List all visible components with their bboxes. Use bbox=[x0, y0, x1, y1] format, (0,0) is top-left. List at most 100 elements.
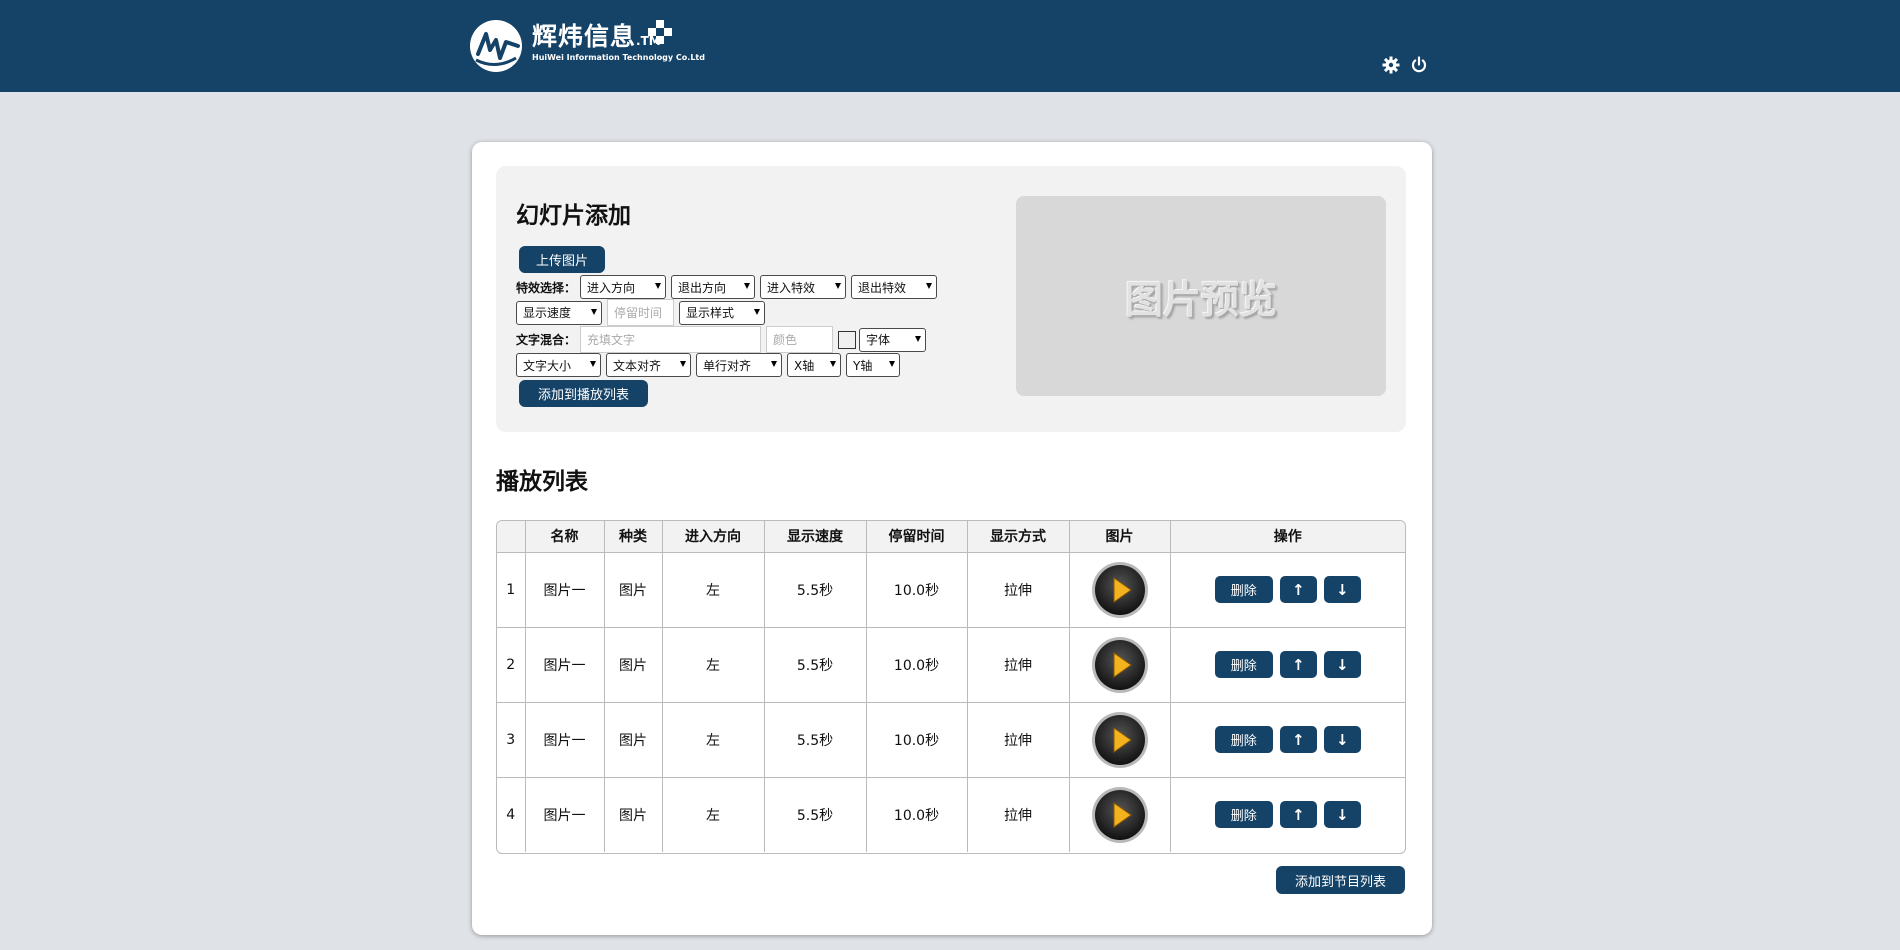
exit-direction-select[interactable]: 退出方向 bbox=[671, 275, 756, 299]
row-mode: 拉伸 bbox=[967, 777, 1070, 852]
fill-text-input[interactable]: 充填文字 bbox=[580, 326, 762, 353]
main-card: 幻灯片添加 上传图片 特效选择： 进入方向 退出方向 进入特效 退出特效 显示速… bbox=[472, 142, 1432, 935]
row-actions: 删除 ↑ ↓ bbox=[1170, 552, 1405, 628]
gear-icon[interactable] bbox=[1382, 56, 1400, 74]
company-logo: 辉炜信息.TM HuiWei Information Technology Co… bbox=[470, 18, 705, 74]
row-direction: 左 bbox=[662, 702, 765, 778]
slide-add-panel: 幻灯片添加 上传图片 特效选择： 进入方向 退出方向 进入特效 退出特效 显示速… bbox=[496, 166, 1406, 432]
enter-effect-select[interactable]: 进入特效 bbox=[760, 275, 847, 299]
playlist-title: 播放列表 bbox=[496, 469, 588, 495]
text-size-select[interactable]: 文字大小 bbox=[516, 353, 601, 377]
table-row: 1 图片一 图片左 5.5秒 10.0秒 拉伸 删除 ↑ ↓ bbox=[497, 552, 1405, 628]
row-actions: 删除 ↑ ↓ bbox=[1170, 777, 1405, 852]
table-row: 3 图片一 图片左 5.5秒 10.0秒 拉伸 删除 ↑ ↓ bbox=[497, 702, 1405, 778]
table-row: 4 图片一 图片左 5.5秒 10.0秒 拉伸 删除 ↑ ↓ bbox=[497, 777, 1405, 852]
col-header-stay: 停留时间 bbox=[866, 521, 968, 553]
col-header-image: 图片 bbox=[1069, 521, 1171, 553]
logo-english: HuiWei Information Technology Co.Ltd bbox=[532, 53, 705, 62]
x-axis-select[interactable]: X轴 bbox=[787, 353, 841, 377]
logo-checker-icon bbox=[648, 20, 672, 44]
power-icon[interactable] bbox=[1410, 56, 1428, 74]
table-header-row: 名称 种类 进入方向 显示速度 停留时间 显示方式 图片 操作 bbox=[497, 521, 1405, 553]
row-speed: 5.5秒 bbox=[764, 627, 867, 703]
row-direction: 左 bbox=[662, 552, 765, 628]
color-input[interactable]: 颜色 bbox=[766, 326, 834, 353]
row-name: 图片一 bbox=[525, 702, 605, 778]
row-speed: 5.5秒 bbox=[764, 777, 867, 852]
font-select[interactable]: 字体 bbox=[859, 327, 927, 352]
row-direction: 左 bbox=[662, 777, 765, 852]
col-header-direction: 进入方向 bbox=[662, 521, 765, 553]
row-image-cell bbox=[1069, 552, 1171, 628]
table-row: 2 图片一 图片左 5.5秒 10.0秒 拉伸 删除 ↑ ↓ bbox=[497, 627, 1405, 703]
row-stay: 10.0秒 bbox=[866, 627, 968, 703]
add-to-playlist-button[interactable]: 添加到播放列表 bbox=[519, 380, 648, 407]
move-down-button[interactable]: ↓ bbox=[1323, 651, 1361, 678]
row-image-cell bbox=[1069, 777, 1171, 852]
exit-effect-select[interactable]: 退出特效 bbox=[851, 275, 938, 299]
col-header-speed: 显示速度 bbox=[764, 521, 867, 553]
image-preview: 图片预览 bbox=[1016, 196, 1386, 396]
row-actions: 删除 ↑ ↓ bbox=[1170, 627, 1405, 703]
col-header-kind: 种类 bbox=[604, 521, 663, 553]
play-icon[interactable] bbox=[1070, 636, 1170, 694]
row-mode: 拉伸 bbox=[967, 552, 1070, 628]
row-kind: 图片 bbox=[604, 552, 663, 628]
row-image-cell bbox=[1069, 702, 1171, 778]
row-name: 图片一 bbox=[525, 627, 605, 703]
text-align-select[interactable]: 文本对齐 bbox=[606, 353, 691, 377]
move-up-button[interactable]: ↑ bbox=[1279, 801, 1317, 829]
row-stay: 10.0秒 bbox=[866, 702, 968, 778]
text-mix-label: 文字混合： bbox=[516, 333, 577, 347]
row-kind: 图片 bbox=[604, 777, 663, 852]
row-mode: 拉伸 bbox=[967, 627, 1070, 703]
display-style-select[interactable]: 显示样式 bbox=[679, 300, 765, 325]
display-speed-select[interactable]: 显示速度 bbox=[516, 300, 602, 325]
row-mode: 拉伸 bbox=[967, 702, 1070, 778]
delete-button[interactable]: 删除 bbox=[1214, 651, 1273, 678]
delete-button[interactable]: 删除 bbox=[1214, 726, 1273, 753]
row-kind: 图片 bbox=[604, 627, 663, 703]
row-direction: 左 bbox=[662, 627, 765, 703]
row-stay: 10.0秒 bbox=[866, 777, 968, 852]
row-speed: 5.5秒 bbox=[764, 552, 867, 628]
add-to-program-button[interactable]: 添加到节目列表 bbox=[1276, 866, 1405, 894]
move-down-button[interactable]: ↓ bbox=[1323, 726, 1361, 753]
top-bar: 辉炜信息.TM HuiWei Information Technology Co… bbox=[0, 0, 1900, 92]
playlist-table: 名称 种类 进入方向 显示速度 停留时间 显示方式 图片 操作 1 图片一 图片左 5… bbox=[496, 520, 1406, 854]
y-axis-select[interactable]: Y轴 bbox=[846, 353, 900, 377]
play-icon[interactable] bbox=[1070, 561, 1170, 619]
row-name: 图片一 bbox=[525, 552, 605, 628]
logo-chinese: 辉炜信息 bbox=[532, 22, 637, 51]
row-index: 4 bbox=[497, 777, 526, 852]
row-stay: 10.0秒 bbox=[866, 552, 968, 628]
row-name: 图片一 bbox=[525, 777, 605, 852]
row-speed: 5.5秒 bbox=[764, 702, 867, 778]
col-header-name: 名称 bbox=[525, 521, 605, 553]
enter-direction-select[interactable]: 进入方向 bbox=[580, 275, 667, 299]
delete-button[interactable]: 删除 bbox=[1214, 801, 1273, 829]
row-index: 2 bbox=[497, 627, 526, 703]
move-up-button[interactable]: ↑ bbox=[1279, 576, 1317, 603]
line-align-select[interactable]: 单行对齐 bbox=[696, 353, 782, 377]
upload-image-button[interactable]: 上传图片 bbox=[519, 246, 605, 273]
preview-placeholder-text: 图片预览 bbox=[1124, 277, 1277, 322]
move-up-button[interactable]: ↑ bbox=[1279, 726, 1317, 753]
move-down-button[interactable]: ↓ bbox=[1323, 576, 1361, 603]
panel-title: 幻灯片添加 bbox=[516, 203, 631, 229]
play-icon[interactable] bbox=[1070, 711, 1170, 769]
row-index: 1 bbox=[497, 552, 526, 628]
color-swatch[interactable] bbox=[838, 330, 857, 349]
stay-time-input[interactable]: 停留时间 bbox=[607, 299, 674, 326]
delete-button[interactable]: 删除 bbox=[1214, 576, 1273, 603]
row-image-cell bbox=[1069, 627, 1171, 703]
col-header-actions: 操作 bbox=[1170, 521, 1405, 553]
move-down-button[interactable]: ↓ bbox=[1323, 801, 1361, 829]
row-actions: 删除 ↑ ↓ bbox=[1170, 702, 1405, 778]
row-kind: 图片 bbox=[604, 702, 663, 778]
row-index: 3 bbox=[497, 702, 526, 778]
col-header-mode: 显示方式 bbox=[967, 521, 1070, 553]
move-up-button[interactable]: ↑ bbox=[1279, 651, 1317, 678]
play-icon[interactable] bbox=[1070, 786, 1170, 844]
logo-mark bbox=[470, 20, 522, 72]
